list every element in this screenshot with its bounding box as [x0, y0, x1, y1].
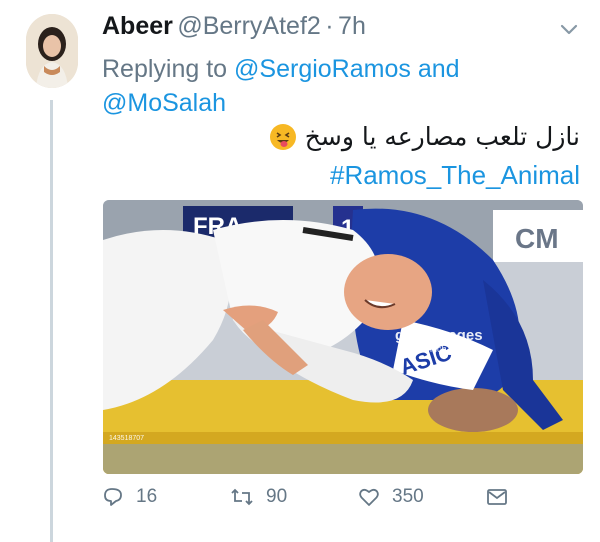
chevron-down-icon[interactable] — [558, 18, 580, 40]
envelope-icon — [487, 489, 507, 505]
like-action[interactable]: 350 — [358, 486, 424, 508]
retweet-count: 90 — [266, 486, 288, 507]
avatar[interactable] — [26, 14, 78, 88]
like-count: 350 — [392, 486, 424, 507]
watermark-credit: David Finch — [399, 344, 447, 354]
reply-count: 16 — [136, 486, 158, 507]
judo-photo: FRA 1 CM ASIC gettyimages David Finch 14… — [103, 200, 583, 474]
heart-icon — [359, 488, 379, 506]
sponsor-label: CM — [515, 223, 559, 254]
reply-icon — [104, 488, 122, 506]
mention-link[interactable]: @MoSalah — [102, 89, 226, 117]
tweet-text-arabic: نازل تلعب مصارعه يا وسخ — [304, 122, 580, 151]
tweet-actions: 16 90 350 — [102, 486, 522, 520]
header-separator: · — [325, 12, 334, 40]
direct-message-action[interactable] — [486, 486, 508, 508]
watermark-brand: gettyimages — [395, 327, 483, 344]
avatar-image — [26, 14, 78, 88]
replying-and[interactable]: and — [418, 55, 460, 83]
tweet-header: Abeer @BerryAtef2 · 7h — [102, 12, 580, 46]
retweet-action[interactable]: 90 — [230, 486, 287, 508]
display-name[interactable]: Abeer — [102, 12, 173, 40]
user-handle[interactable]: @BerryAtef2 — [177, 12, 320, 40]
hashtag-link[interactable]: #Ramos_The_Animal — [330, 160, 580, 191]
tweet-text: نازل تلعب مصارعه يا وسخ — [269, 122, 580, 151]
reply-action[interactable]: 16 — [102, 486, 157, 508]
image-id: 143518707 — [109, 435, 144, 442]
retweet-icon — [231, 488, 253, 506]
face-with-tongue-emoji-icon — [269, 123, 296, 150]
replying-to: Replying to @SergioRamos and @MoSalah — [102, 52, 572, 120]
mention-link[interactable]: @SergioRamos — [234, 55, 411, 83]
tweet-media-image[interactable]: FRA 1 CM ASIC gettyimages David Finch 14… — [103, 200, 583, 474]
replying-prefix: Replying to — [102, 55, 228, 83]
thread-line — [50, 100, 53, 542]
tweet-time[interactable]: 7h — [338, 12, 366, 40]
